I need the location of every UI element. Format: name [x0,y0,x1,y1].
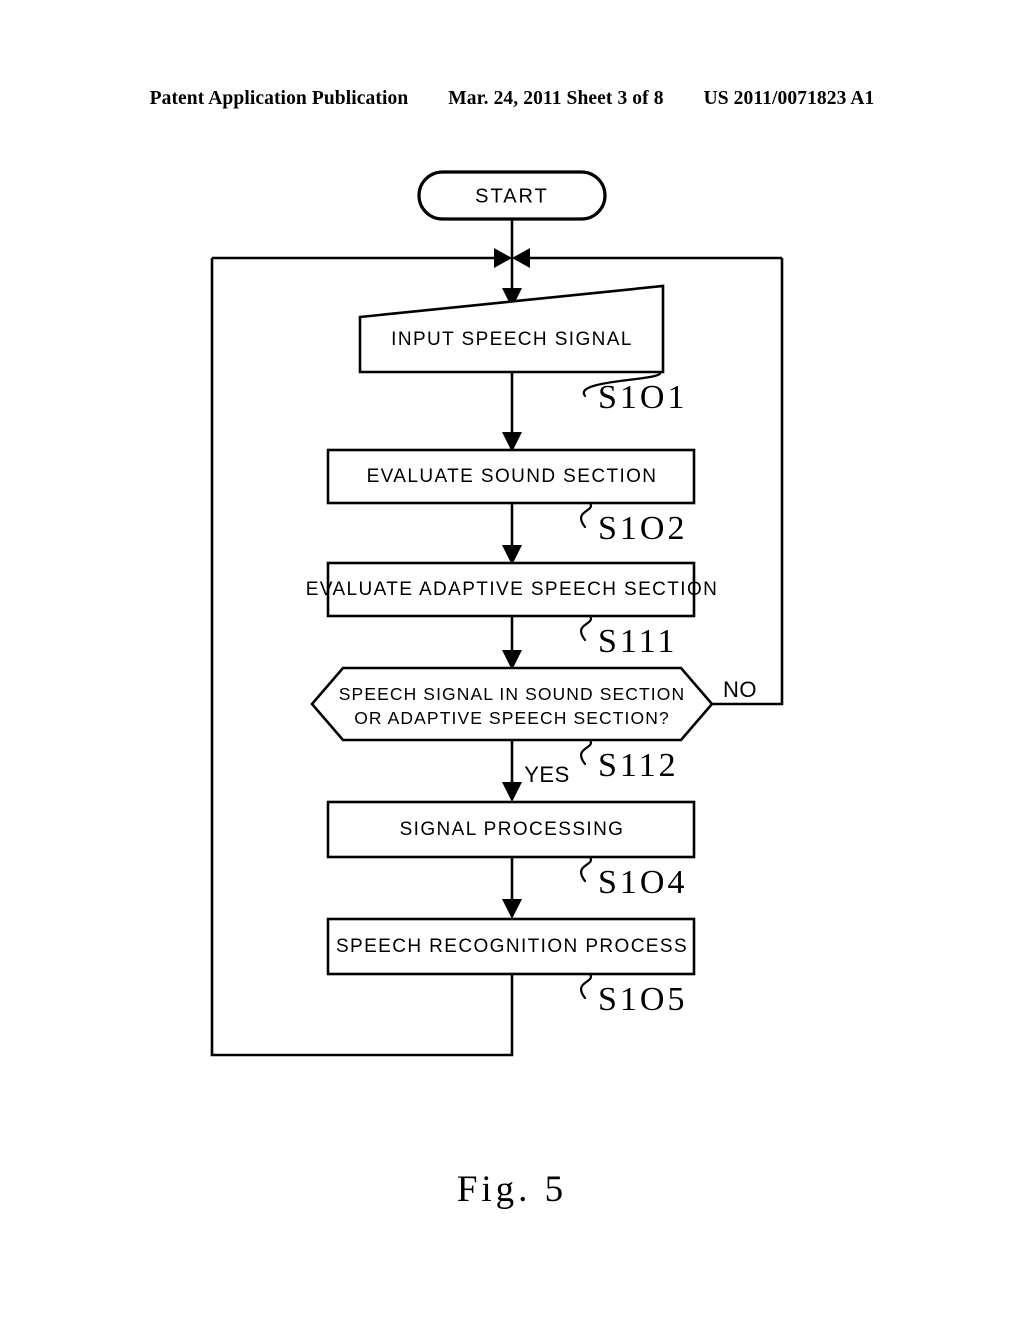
s102-leader-line [580,501,593,529]
s102-node-label: EVALUATE SOUND SECTION [367,466,658,487]
s112-node-shape [310,666,714,742]
figure-caption: Fig. 5 [456,1169,568,1210]
s112-leader-line [580,738,593,766]
s104-step-label: S1O4 [598,864,687,901]
s112-branch-no-label: NO [723,677,757,702]
s102-step-label: S1O2 [598,510,687,547]
s101-step-label: S1O1 [598,379,687,416]
s105-step-label: S1O5 [598,981,687,1018]
s105-node-label: SPEECH RECOGNITION PROCESS [336,936,688,957]
s105-leader-line [580,972,593,1000]
flow-node-start: START [417,170,607,221]
arrowhead-left-loop-into-junction [494,248,512,268]
arrowhead-no-loop-into-junction [512,248,530,268]
s112-branch-yes-label: YES [524,762,570,787]
patent-page: Patent Application Publication Mar. 24, … [0,0,1024,1320]
s112-node-label-line2: OR ADAPTIVE SPEECH SECTION? [354,708,670,728]
s111-step-label: S111 [598,623,677,660]
s104-node-label: SIGNAL PROCESSING [400,819,625,840]
start-node-label: START [475,185,549,207]
flowchart-diagram: START INPUT SPEECH SIGNAL S1O1 EVALUATE … [210,170,784,1057]
s111-leader-line [580,614,593,642]
arrowhead-into-s105 [502,899,522,919]
arrowhead-into-s104 [502,782,522,802]
s111-node-label: EVALUATE ADAPTIVE SPEECH SECTION [306,579,719,600]
s112-step-label: S112 [598,747,679,784]
flow-node-s101: INPUT SPEECH SIGNAL S1O1 [358,284,687,416]
s104-leader-line [580,855,593,883]
connector-s112-no-branch [712,258,784,706]
s101-node-label: INPUT SPEECH SIGNAL [391,329,633,350]
s112-node-label-line1: SPEECH SIGNAL IN SOUND SECTION [339,684,685,704]
